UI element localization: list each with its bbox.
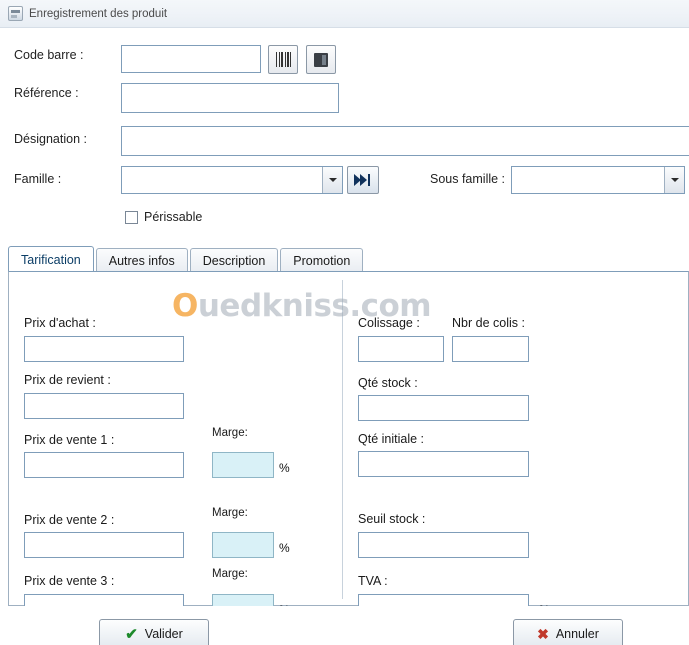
- skip-forward-icon: [354, 174, 372, 186]
- colissage-input[interactable]: [358, 336, 444, 362]
- marge-1-label: Marge:: [212, 427, 248, 439]
- prix-vente-2-label: Prix de vente 2 :: [24, 513, 115, 527]
- famille-label: Famille :: [14, 172, 62, 186]
- product-register-icon: [8, 6, 23, 21]
- marge-2-label: Marge:: [212, 507, 248, 519]
- tab-promotion-label: Promotion: [293, 253, 351, 268]
- marge-2-input[interactable]: [212, 532, 274, 558]
- prix-vente-2-input[interactable]: [24, 532, 184, 558]
- sous-famille-combo[interactable]: [511, 166, 685, 194]
- validate-button[interactable]: ✔ Valider: [99, 619, 209, 645]
- code-barre-input[interactable]: [121, 45, 261, 73]
- famille-combo[interactable]: [121, 166, 343, 194]
- prix-achat-label: Prix d'achat :: [24, 316, 96, 330]
- qte-initiale-label: Qté initiale :: [358, 432, 425, 446]
- reference-input[interactable]: [121, 83, 339, 113]
- barcode-icon: [275, 52, 291, 67]
- barcode-button[interactable]: [268, 45, 298, 74]
- qte-stock-input[interactable]: [358, 395, 529, 421]
- package-button[interactable]: [306, 45, 336, 74]
- tab-tarification-label: Tarification: [21, 252, 81, 267]
- nbr-colis-label: Nbr de colis :: [452, 316, 525, 330]
- marge-1-input[interactable]: [212, 452, 274, 478]
- cancel-button[interactable]: ✖ Annuler: [513, 619, 623, 645]
- tab-description[interactable]: Description: [189, 248, 279, 272]
- tab-strip: Tarification Autres infos Description Pr…: [8, 246, 365, 272]
- chevron-down-icon[interactable]: [322, 167, 342, 193]
- product-header-form: Code barre : Référence : Désignation : F…: [0, 28, 689, 241]
- close-icon: ✖: [537, 626, 549, 642]
- perissable-label: Périssable: [144, 210, 203, 224]
- check-icon: ✔: [125, 625, 138, 643]
- marge-1-percent: %: [279, 461, 290, 475]
- reference-label: Référence :: [14, 86, 79, 100]
- tab-autres-infos[interactable]: Autres infos: [95, 248, 188, 272]
- sous-famille-label: Sous famille :: [430, 172, 506, 186]
- prix-revient-label: Prix de revient :: [24, 373, 111, 387]
- window-title: Enregistrement des produit: [29, 7, 168, 20]
- marge-3-label: Marge:: [212, 568, 248, 580]
- qte-stock-label: Qté stock :: [358, 376, 418, 390]
- tab-host: Tarification Autres infos Description Pr…: [8, 246, 689, 620]
- nbr-colis-input[interactable]: [452, 336, 529, 362]
- box-icon: [314, 52, 328, 67]
- prix-revient-input[interactable]: [24, 393, 184, 419]
- qte-initiale-input[interactable]: [358, 451, 529, 477]
- seuil-stock-label: Seuil stock :: [358, 512, 426, 526]
- famille-value: [122, 167, 322, 193]
- next-famille-button[interactable]: [347, 166, 379, 194]
- tab-promotion[interactable]: Promotion: [280, 248, 364, 272]
- product-registration-window: Enregistrement des produit Code barre : …: [0, 0, 689, 645]
- designation-input[interactable]: [121, 126, 689, 156]
- sous-famille-value: [512, 167, 664, 193]
- code-barre-label: Code barre :: [14, 48, 84, 62]
- prix-vente-1-input[interactable]: [24, 452, 184, 478]
- footer-bar: ✔ Valider ✖ Annuler: [0, 606, 689, 645]
- perissable-checkbox[interactable]: Périssable: [125, 210, 202, 224]
- marge-2-percent: %: [279, 541, 290, 555]
- colissage-label: Colissage :: [358, 316, 420, 330]
- tva-label: TVA :: [358, 574, 388, 588]
- seuil-stock-input[interactable]: [358, 532, 529, 558]
- chevron-down-icon[interactable]: [664, 167, 684, 193]
- prix-vente-3-label: Prix de vente 3 :: [24, 574, 115, 588]
- panel-divider: [342, 280, 343, 599]
- window-titlebar: Enregistrement des produit: [0, 0, 689, 28]
- tab-autres-infos-label: Autres infos: [108, 253, 175, 268]
- checkbox-icon: [125, 210, 138, 224]
- prix-vente-1-label: Prix de vente 1 :: [24, 433, 115, 447]
- tab-tarification[interactable]: Tarification: [8, 246, 94, 272]
- tab-description-label: Description: [202, 253, 266, 268]
- prix-achat-input[interactable]: [24, 336, 184, 362]
- validate-label: Valider: [144, 627, 183, 641]
- cancel-label: Annuler: [555, 627, 599, 641]
- designation-label: Désignation :: [14, 132, 87, 146]
- tab-panel-tarification: Prix d'achat : Prix de revient : Prix de…: [8, 271, 689, 620]
